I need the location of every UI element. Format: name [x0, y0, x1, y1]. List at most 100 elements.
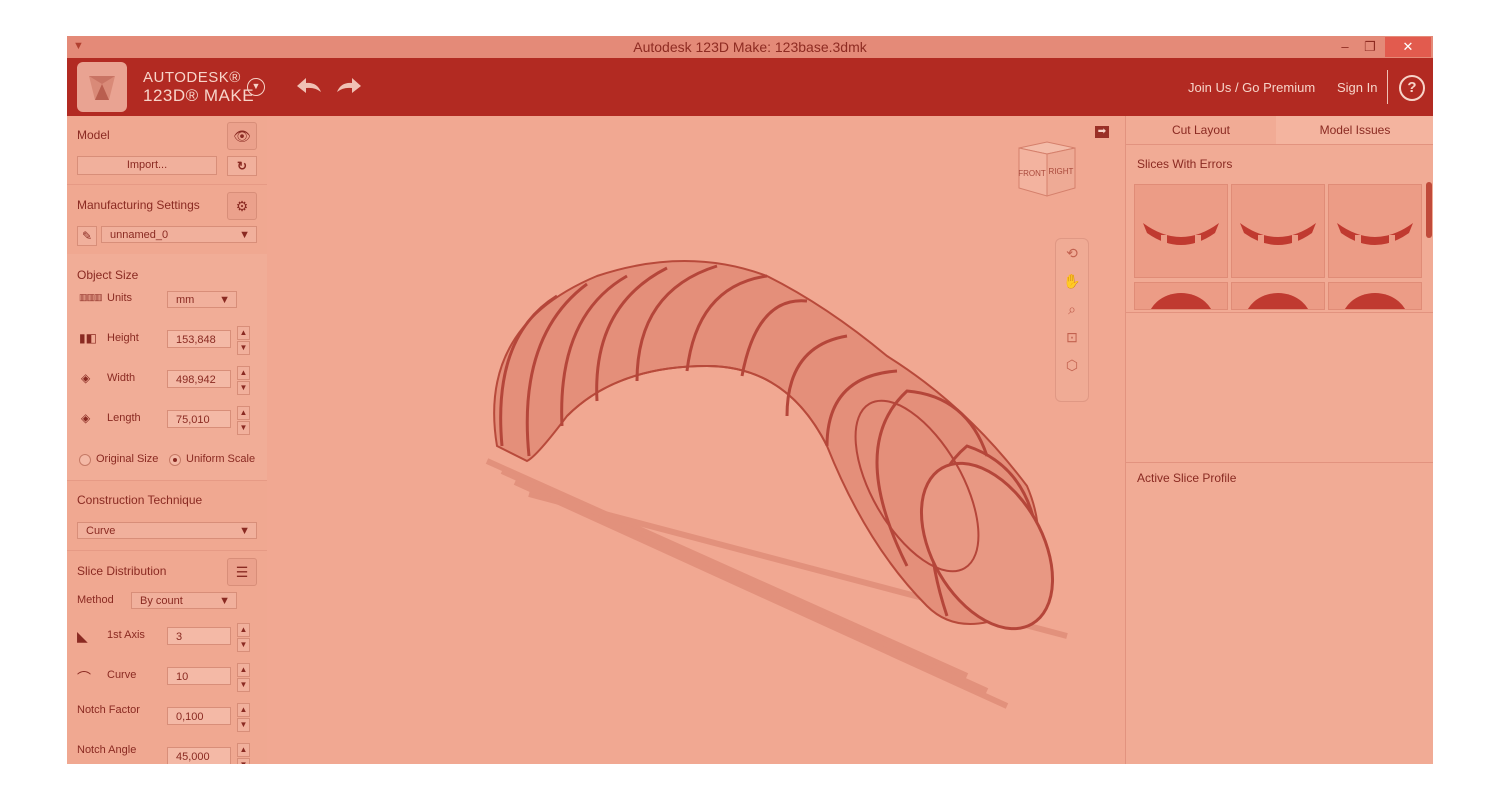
- curve-icon: ⌒: [77, 670, 91, 686]
- method-dropdown[interactable]: By count ▼: [131, 592, 237, 609]
- ruler-icon: ▥▥▥: [79, 292, 102, 302]
- method-value: By count: [140, 595, 183, 607]
- chevron-down-icon: ▼: [219, 294, 230, 306]
- notch-angle-label: Notch Angle: [77, 744, 137, 756]
- length-input[interactable]: 75,010: [167, 410, 231, 428]
- tab-cut-layout[interactable]: Cut Layout: [1126, 116, 1276, 144]
- model-render: [485, 260, 1068, 709]
- error-slice-thumbnail[interactable]: [1231, 184, 1325, 278]
- units-label: Units: [107, 292, 133, 304]
- pan-hand-icon[interactable]: ✋: [1056, 267, 1088, 295]
- width-label: Width: [107, 372, 136, 384]
- height-input[interactable]: 153,848: [167, 330, 231, 348]
- height-box-icon: ▮◧: [79, 331, 97, 345]
- axis1-label: 1st Axis: [107, 629, 145, 641]
- app-menu-chevron-down-icon[interactable]: ▼: [247, 78, 265, 96]
- notch-factor-stepper[interactable]: ▲ ▼: [237, 703, 250, 732]
- right-panel: Cut Layout Model Issues Slices With Erro…: [1125, 116, 1433, 764]
- maximize-button[interactable]: ❐: [1359, 37, 1381, 57]
- chevron-down-icon: ▼: [239, 229, 250, 241]
- manufacturing-profile-dropdown[interactable]: unnamed_0 ▼: [101, 226, 257, 243]
- construction-title: Construction Technique: [77, 493, 203, 507]
- orbit-icon[interactable]: ⟲: [1056, 239, 1088, 267]
- length-label: Length: [107, 412, 141, 424]
- width-input[interactable]: 498,942: [167, 370, 231, 388]
- app-header: AUTODESK® 123D® MAKE ▼ Join Us / Go Prem…: [67, 58, 1433, 116]
- notch-factor-label: Notch Factor: [77, 704, 140, 716]
- axis1-input[interactable]: 3: [167, 627, 231, 645]
- chevron-down-icon: ▼: [219, 595, 230, 607]
- object-size-title: Object Size: [77, 268, 139, 282]
- error-slice-thumbnail[interactable]: [1134, 184, 1228, 278]
- minimize-button[interactable]: –: [1335, 37, 1355, 57]
- view-cube[interactable]: FRONT RIGHT: [1015, 138, 1079, 198]
- width-stepper[interactable]: ▲ ▼: [237, 366, 250, 395]
- section-divider: [1126, 462, 1433, 463]
- curve-stepper[interactable]: ▲ ▼: [237, 663, 250, 692]
- window-title: Autodesk 123D Make: 123base.3dmk: [633, 39, 867, 55]
- curve-label: Curve: [107, 669, 137, 681]
- slice-distribution-section: Slice Distribution ☰ Method By count ▼ ◣…: [67, 550, 267, 764]
- error-slice-thumbnail[interactable]: [1328, 184, 1422, 278]
- model-title: Model: [77, 128, 110, 142]
- undo-arrow-icon[interactable]: [295, 76, 323, 100]
- section-divider: [1126, 312, 1433, 313]
- app-window: ▼ Autodesk 123D Make: 123base.3dmk – ❐ ✕…: [67, 36, 1433, 764]
- method-label: Method: [77, 594, 114, 606]
- error-slice-thumbnail[interactable]: [1134, 282, 1228, 310]
- uniform-scale-label: Uniform Scale: [186, 453, 256, 465]
- redo-arrow-icon[interactable]: [335, 76, 363, 100]
- construction-section: Construction Technique Curve ▼: [67, 480, 267, 551]
- error-slice-thumbnail[interactable]: [1231, 282, 1325, 310]
- error-slice-thumbnail[interactable]: [1328, 282, 1422, 310]
- curve-input[interactable]: 10: [167, 667, 231, 685]
- app-logo[interactable]: [77, 62, 127, 112]
- uniform-scale-radio[interactable]: [169, 454, 181, 466]
- cube-front-label: FRONT: [1018, 169, 1046, 178]
- close-button[interactable]: ✕: [1385, 37, 1431, 57]
- axis1-stepper[interactable]: ▲ ▼: [237, 623, 250, 652]
- axis-icon: ◣: [77, 628, 88, 644]
- right-tabs: Cut Layout Model Issues: [1126, 116, 1433, 145]
- collapse-panel-arrow-icon[interactable]: ➡: [1095, 126, 1109, 138]
- notch-angle-input[interactable]: 45,000: [167, 747, 231, 764]
- logo-icon: [89, 76, 115, 100]
- brand-company: AUTODESK®: [143, 69, 241, 86]
- units-dropdown[interactable]: mm ▼: [167, 291, 237, 308]
- help-icon[interactable]: ?: [1399, 75, 1425, 101]
- notch-angle-stepper[interactable]: ▲▼: [237, 743, 250, 764]
- length-stepper[interactable]: ▲ ▼: [237, 406, 250, 435]
- view-cube-icon[interactable]: ⬡: [1056, 351, 1088, 379]
- notch-factor-input[interactable]: 0,100: [167, 707, 231, 725]
- length-box-icon: ◈: [81, 411, 91, 425]
- eye-icon[interactable]: 👁: [227, 122, 257, 150]
- 3d-viewport[interactable]: ➡ FRONT RIGHT ⟲ ✋ ⌕ ⊡ ⬡: [267, 116, 1125, 764]
- join-premium-link[interactable]: Join Us / Go Premium: [1188, 80, 1315, 95]
- construction-dropdown[interactable]: Curve ▼: [77, 522, 257, 539]
- manufacturing-section: Manufacturing Settings ⚙ ✎ unnamed_0 ▼: [67, 184, 267, 255]
- tab-model-issues[interactable]: Model Issues: [1276, 116, 1433, 144]
- original-size-label: Original Size: [96, 453, 159, 465]
- slice-list-icon[interactable]: ☰: [227, 558, 257, 586]
- pencil-icon[interactable]: ✎: [77, 226, 97, 246]
- units-value: mm: [176, 294, 195, 306]
- thumbnails-scrollbar[interactable]: [1426, 182, 1432, 238]
- brand-product: 123D® MAKE: [143, 86, 255, 105]
- chevron-down-icon: ▼: [239, 525, 250, 537]
- title-bar: ▼ Autodesk 123D Make: 123base.3dmk – ❐ ✕: [67, 36, 1433, 58]
- cube-right-label: RIGHT: [1049, 167, 1074, 176]
- zoom-icon[interactable]: ⌕: [1056, 295, 1088, 323]
- active-slice-profile-title: Active Slice Profile: [1137, 471, 1237, 485]
- import-button[interactable]: Import...: [77, 156, 217, 175]
- sign-in-link[interactable]: Sign In: [1337, 80, 1377, 95]
- refresh-icon[interactable]: ↻: [227, 156, 257, 176]
- slice-distribution-title: Slice Distribution: [77, 564, 167, 578]
- manufacturing-title: Manufacturing Settings: [77, 198, 200, 212]
- height-stepper[interactable]: ▲ ▼: [237, 326, 250, 355]
- fit-icon[interactable]: ⊡: [1056, 323, 1088, 351]
- manufacturing-profile-value: unnamed_0: [110, 229, 169, 241]
- original-size-radio[interactable]: [79, 454, 91, 466]
- width-box-icon: ◈: [81, 371, 91, 385]
- model-section: Model 👁 Import... ↻: [67, 116, 267, 185]
- gear-icon[interactable]: ⚙: [227, 192, 257, 220]
